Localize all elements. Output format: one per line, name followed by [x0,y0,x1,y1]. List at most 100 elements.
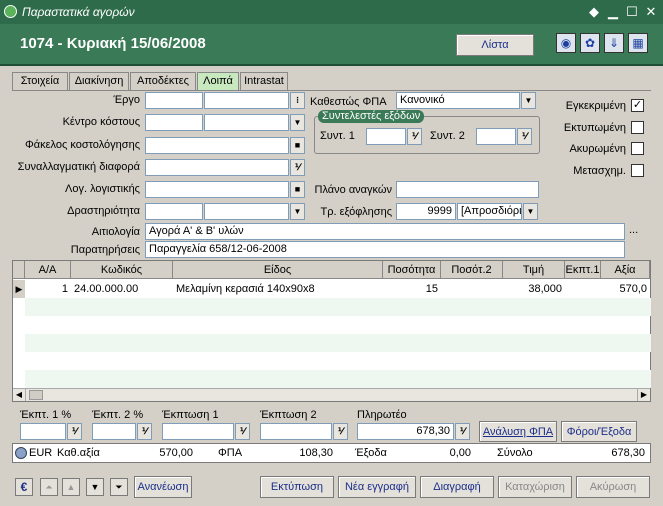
ergo-name-input[interactable] [204,92,289,109]
ekpt2-calc-button[interactable]: ⅟ [137,423,152,440]
fpa-dropdown[interactable]: ▼ [521,92,536,109]
delete-button[interactable]: Διαγραφή [420,476,494,498]
fakelos-input[interactable] [145,137,289,154]
plirotea-label: Πληρωτέο [357,409,407,421]
kentro-name-input[interactable] [204,114,289,131]
print-button[interactable]: Εκτύπωση [260,476,334,498]
download-icon[interactable]: ⇓ [604,33,624,53]
next-record-button[interactable]: ▼ [86,478,104,496]
egkekrimeni-checkbox[interactable]: ✓ [631,99,644,112]
close-button[interactable]: ✕ [643,4,659,20]
plirotea-calc-button[interactable]: ⅟ [455,423,470,440]
cell-qty: 15 [425,283,438,295]
ekptosi1-label: Έκπτωση 1 [162,409,219,421]
synt1-input[interactable] [366,128,406,145]
aitiologia-label: Αιτιολογία [91,226,140,238]
synt2-input[interactable] [476,128,516,145]
synt2-calc-button[interactable]: ⅟ [517,128,532,145]
tab-apodektes[interactable]: Αποδέκτες [130,72,196,90]
ekpt1-label: Έκπτ. 1 % [20,409,72,421]
list-button[interactable]: Λίστα [456,34,534,56]
ekpt2-label: Έκπτ. 2 % [92,409,144,421]
kentro-code-input[interactable] [145,114,203,131]
ekpt1-calc-button[interactable]: ⅟ [67,423,82,440]
totals-bar: EUR Καθ.αξία 570,00 ΦΠΑ 108,30 Έξοδα 0,0… [12,443,651,463]
log-input[interactable] [145,181,289,198]
first-record-button[interactable]: ⏶ [40,478,58,496]
cell-qty2 [441,280,503,298]
col-disc[interactable]: Εκπτ.1 [565,261,601,279]
akyromeni-checkbox[interactable] [631,142,644,155]
col-qty[interactable]: Ποσότητα [383,261,441,279]
analysis-fpa-button[interactable]: Ανάλυση ΦΠΑ [479,421,557,442]
save-button[interactable]: Καταχώριση [498,476,572,498]
prev-record-button[interactable]: ▲ [62,478,80,496]
tr-name-input[interactable]: [Απροσδιόρι [457,203,522,220]
refresh-button[interactable]: Ανανέωση [134,476,192,498]
scroll-left-icon[interactable]: ◀ [13,389,26,401]
drast-name-input[interactable] [204,203,289,220]
ergo-lookup-button[interactable]: ⁝ [290,92,305,109]
globe-icon[interactable]: ◉ [556,33,576,53]
tab-stoixeia[interactable]: Στοιχεία [12,72,68,90]
tab-diakinisi[interactable]: Διακίνηση [69,72,129,90]
fakelos-lookup-button[interactable]: ■ [290,137,305,154]
col-qty2[interactable]: Ποσότ.2 [441,261,503,279]
last-record-button[interactable]: ⏷ [110,478,128,496]
tab-divider [12,90,651,91]
ekpt1-input[interactable] [20,423,66,440]
drast-code-input[interactable] [145,203,203,220]
synallag-input[interactable] [145,159,289,176]
ektypomeni-checkbox[interactable] [631,121,644,134]
tr-dropdown[interactable]: ▼ [523,203,538,220]
tab-loipa[interactable]: Λοιπά [197,72,239,90]
fpa-select[interactable]: Κανονικό [396,92,520,109]
synt1-calc-button[interactable]: ⅟ [407,128,422,145]
col-price[interactable]: Τιμή [503,261,565,279]
kentro-label: Κέντρο κόστους [62,116,140,128]
items-grid: Α/Α Κωδικός Είδος Ποσότητα Ποσότ.2 Τιμή … [12,260,651,402]
plirotea-input[interactable]: 678,30 [357,423,454,440]
cancel-button[interactable]: Ακύρωση [576,476,650,498]
ekptosi2-calc-button[interactable]: ⅟ [333,423,348,440]
exoda-value: 0,00 [449,447,471,459]
aitiologia-input[interactable]: Αγορά Α' & Β' υλών [145,223,625,240]
synallag-calc-button[interactable]: ⅟ [290,159,305,176]
paratiriseis-input[interactable]: Παραγγελία 658/12-06-2008 [145,241,625,258]
cell-value: 570,0 [619,283,647,295]
ekptosi1-input[interactable] [162,423,234,440]
col-code[interactable]: Κωδικός [71,261,173,279]
ergo-label: Έργο [113,94,140,106]
settings-icon[interactable]: ✿ [580,33,600,53]
taxes-expenses-button[interactable]: Φόροι/Έξοδα [561,421,637,442]
pin-icon[interactable]: ◆ [586,4,602,20]
tr-code-input[interactable]: 9999 [396,203,456,220]
ekptosi1-calc-button[interactable]: ⅟ [235,423,250,440]
table-row[interactable]: 1 24.00.000.00 Μελαμίνη κερασιά 140x90x8… [25,280,651,298]
kentro-dropdown[interactable]: ▼ [290,114,305,131]
col-value[interactable]: Αξία [601,261,650,279]
new-record-button[interactable]: Νέα εγγραφή [338,476,416,498]
plano-input[interactable] [396,181,539,198]
maximize-button[interactable]: ☐ [624,4,640,20]
record-title: 1074 - Κυριακή 15/06/2008 [20,35,206,52]
minimize-button[interactable]: ▁ [605,4,621,20]
scroll-thumb[interactable] [29,390,43,400]
kath-label: Καθ.αξία [57,447,100,459]
empty-row [25,334,651,352]
ekptosi2-input[interactable] [260,423,332,440]
tab-intrastat[interactable]: Intrastat [240,72,288,90]
synt2-label: Συντ. 2 [430,130,465,142]
cell-price: 38,000 [528,283,562,295]
ekpt2-input[interactable] [92,423,136,440]
fpa-total-label: ΦΠΑ [218,447,243,459]
col-aa[interactable]: Α/Α [25,261,71,279]
col-item[interactable]: Είδος [173,261,383,279]
scroll-right-icon[interactable]: ▶ [637,389,650,401]
ergo-code-input[interactable] [145,92,203,109]
calculator-icon[interactable]: ▦ [628,33,648,53]
metasxim-checkbox[interactable] [631,164,644,177]
aitiologia-more-button[interactable]: ... [629,224,638,236]
horizontal-scrollbar[interactable]: ◀ ▶ [13,388,650,401]
euro-icon[interactable]: € [15,478,33,496]
